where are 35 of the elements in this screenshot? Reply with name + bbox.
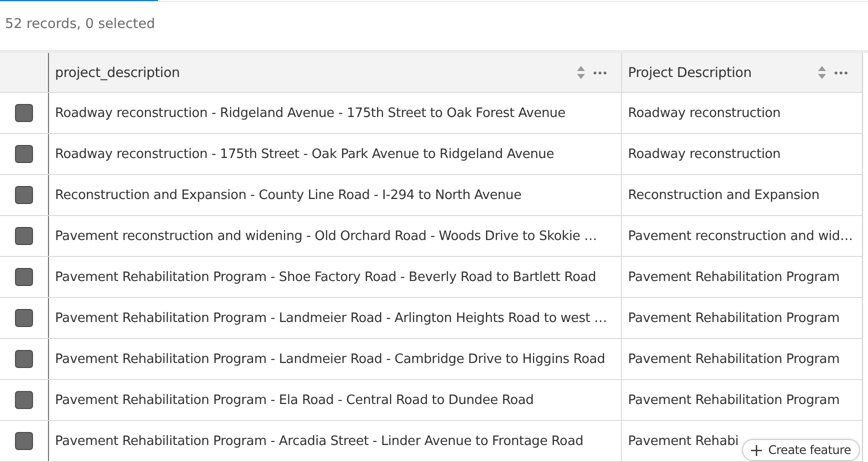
create-feature-button[interactable]: Create feature (742, 439, 860, 461)
table-cell: Pavement Rehabilitation Program (628, 310, 840, 326)
row-checkbox[interactable] (15, 432, 33, 450)
table-cell: Pavement reconstruction and wid… (628, 228, 853, 244)
table-cell: Roadway reconstruction (628, 146, 781, 162)
table-cell: Pavement Rehabilitation Program - Shoe Factory Road - Beverly Road to Bartlett Road (55, 270, 596, 284)
table-cell: Pavement Rehabilitation Program (628, 352, 840, 366)
table-cell: Roadway reconstruction - 175th Street - Oak Park Avenue to Ridgeland Avenue (55, 146, 554, 162)
table-cell: Roadway reconstruction - Ridgeland Avenue - 175th Street to Oak Forest Avenue (55, 106, 566, 120)
more-options-icon[interactable] (834, 70, 848, 74)
column-header[interactable]: project_description (55, 64, 577, 80)
table-cell: Pavement Rehabilitation Program - Landmeier Road - Arlington Heights Road to west … (55, 310, 607, 326)
table-cell: Pavement Rehabilitation Program - Ela Road - Central Road to Dundee Road (55, 392, 534, 408)
sort-icon[interactable] (818, 66, 826, 79)
table-cell: Pavement Rehabilitation Program - Arcadia Street - Linder Avenue to Frontage Road (55, 434, 584, 448)
row-checkbox[interactable] (15, 268, 33, 286)
row-checkbox[interactable] (15, 391, 33, 409)
more-options-icon[interactable] (593, 70, 607, 74)
table-cell: Pavement reconstruction and widening - Old Orchard Road - Woods Drive to Skokie … (55, 228, 597, 244)
table-cell: Pavement Rehabi (628, 434, 739, 448)
row-checkbox[interactable] (15, 309, 33, 327)
row-checkbox[interactable] (15, 350, 33, 368)
table-cell: Pavement Rehabilitation Program - Landmeier Road - Cambridge Drive to Higgins Road (55, 352, 606, 366)
table-cell: Pavement Rehabilitation Program (628, 392, 840, 408)
table-cell: Roadway reconstruction (628, 106, 781, 120)
table-cell: Pavement Rehabilitation Program (628, 270, 840, 284)
plus-icon (751, 444, 762, 456)
row-checkbox[interactable] (15, 145, 33, 163)
row-checkbox[interactable] (15, 186, 33, 204)
row-checkbox[interactable] (15, 104, 33, 122)
table-cell: Reconstruction and Expansion (628, 188, 820, 202)
row-checkbox[interactable] (15, 227, 33, 245)
sort-icon[interactable] (577, 66, 585, 79)
table-cell: Reconstruction and Expansion - County Line Road - I-294 to North Avenue (55, 188, 522, 202)
column-header[interactable]: Project Description (628, 64, 818, 80)
